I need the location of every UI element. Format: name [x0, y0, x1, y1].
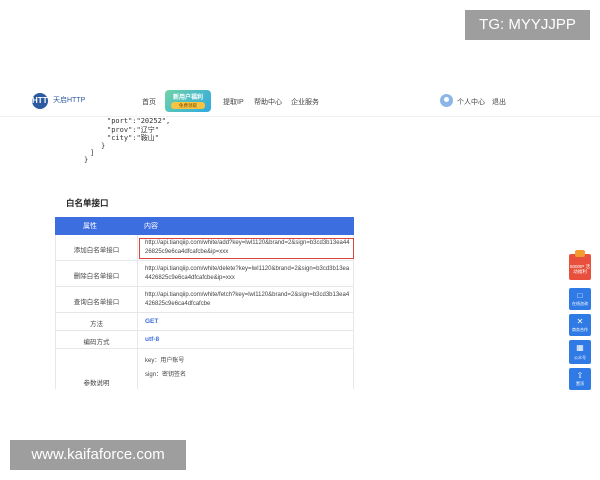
table-row: 删除白名单接口 http://api.tianqiip.com/white/de…	[55, 261, 354, 287]
sidebar-label: 在线咨询	[572, 301, 588, 306]
code-line: }	[101, 142, 106, 150]
table-divider	[137, 235, 138, 260]
sidebar-to-top[interactable]: ⇧ 置顶	[569, 368, 591, 390]
table-row: 编码方式 utf-8	[55, 331, 354, 349]
nav-help[interactable]: 帮助中心	[254, 97, 282, 107]
param-sign: sign：密钥签名	[145, 372, 187, 378]
row-value: GET	[145, 318, 159, 325]
row-key: 删除白名单接口	[73, 273, 120, 280]
nav-extract-ip[interactable]: 提取IP	[223, 97, 244, 107]
col-content: 内容	[144, 223, 158, 230]
sidebar-label: 商务合作	[572, 327, 588, 332]
watermark-bottom: www.kaifaforce.com	[10, 440, 186, 470]
row-value[interactable]: http://api.tianqiip.com/white/delete?key…	[145, 265, 350, 282]
table-row: 查询白名单接口 http://api.tianqiip.com/white/fe…	[55, 287, 354, 313]
table-row: 方法 GET	[55, 313, 354, 331]
table-divider	[137, 349, 138, 389]
watermark-top: TG: MYYJJPP	[465, 10, 590, 40]
main-content: "port":"20252", "prov":"辽宁" "city":"鞍山" …	[0, 117, 600, 389]
avatar[interactable]	[440, 94, 453, 107]
row-key: 编码方式	[83, 339, 110, 346]
table-divider	[137, 261, 138, 286]
sidebar-public-account[interactable]: ▦ 公众号	[569, 340, 591, 364]
public-account-icon: ▦	[576, 343, 584, 352]
handshake-icon: ✕	[576, 317, 584, 326]
sidebar-business[interactable]: ✕ 商务合作	[569, 314, 591, 336]
promo-sub: 免费领取	[171, 102, 205, 109]
gift-label: 5000IP 活动福利	[570, 264, 590, 274]
nav-enterprise[interactable]: 企业服务	[291, 97, 319, 107]
table-header: 属性 内容	[55, 217, 354, 235]
to-top-icon: ⇧	[576, 371, 584, 380]
table-row: 参数说明 key：用户账号 sign：密钥签名	[55, 349, 354, 389]
row-key: 添加白名单接口	[73, 247, 120, 254]
row-value[interactable]: http://api.tianqiip.com/white/fetch?key=…	[145, 291, 350, 308]
table-divider	[137, 331, 138, 348]
logo-icon[interactable]: HTTP	[32, 93, 53, 109]
sidebar-label: 置顶	[576, 381, 584, 386]
table-divider	[137, 287, 138, 312]
chat-icon: □	[577, 291, 583, 300]
sidebar-label: 公众号	[574, 355, 586, 360]
code-line: "city":"鞍山"	[107, 134, 159, 142]
param-key: key：用户账号	[145, 358, 185, 364]
row-key: 查询白名单接口	[73, 299, 120, 306]
code-line: ]	[90, 149, 95, 157]
row-key: 方法	[90, 321, 103, 328]
navbar: HTTP 天启HTTP 首页 新用户福利 免费领取 提取IP 帮助中心 企业服务…	[0, 86, 600, 117]
row-value: utf-8	[145, 336, 160, 343]
nav-user-center[interactable]: 个人中心	[457, 97, 485, 107]
code-line: "port":"20252",	[107, 117, 171, 125]
row-key: 参数说明	[83, 380, 110, 387]
sidebar-online-chat[interactable]: □ 在线咨询	[569, 288, 591, 310]
section-title: 白名单接口	[66, 198, 109, 208]
nav-home[interactable]: 首页	[142, 97, 156, 107]
promo-banner[interactable]: 新用户福利 免费领取	[165, 90, 211, 112]
col-attr: 属性	[83, 223, 97, 230]
code-line: }	[84, 156, 89, 164]
promo-title: 新用户福利	[172, 95, 203, 101]
gift-badge[interactable]: 5000IP 活动福利	[569, 250, 591, 280]
highlight-box	[139, 238, 354, 259]
logo-text[interactable]: 天启HTTP	[53, 95, 85, 105]
table-divider	[137, 313, 138, 330]
nav-logout[interactable]: 退出	[492, 97, 506, 107]
